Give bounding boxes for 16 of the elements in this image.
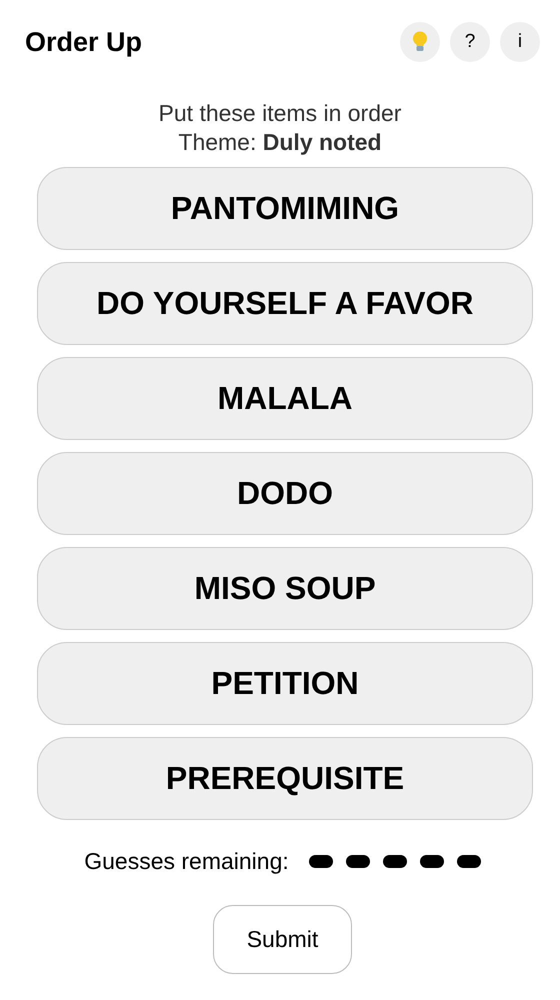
app-title: Order Up bbox=[25, 26, 142, 58]
answer-tile[interactable]: MISO SOUP bbox=[37, 547, 533, 630]
answer-tile[interactable]: DODO bbox=[37, 452, 533, 535]
theme-text: Theme: Duly noted bbox=[178, 128, 382, 157]
guesses-label: Guesses remaining: bbox=[84, 848, 289, 875]
answer-tile[interactable]: PREREQUISITE bbox=[37, 737, 533, 820]
header-button[interactable]: i bbox=[500, 22, 540, 62]
answer-tile[interactable]: MALALA bbox=[37, 357, 533, 440]
answer-tile[interactable]: PANTOMIMING bbox=[37, 167, 533, 250]
instruction-text: Put these items in order bbox=[158, 99, 402, 128]
hint-button[interactable] bbox=[400, 22, 440, 62]
lightbulb-icon bbox=[412, 31, 428, 53]
answer-tile[interactable]: DO YOURSELF A FAVOR bbox=[37, 262, 533, 345]
header-button[interactable]: ? bbox=[450, 22, 490, 62]
submit-button[interactable]: Submit bbox=[213, 905, 352, 974]
answer-tile[interactable]: PETITION bbox=[37, 642, 533, 725]
